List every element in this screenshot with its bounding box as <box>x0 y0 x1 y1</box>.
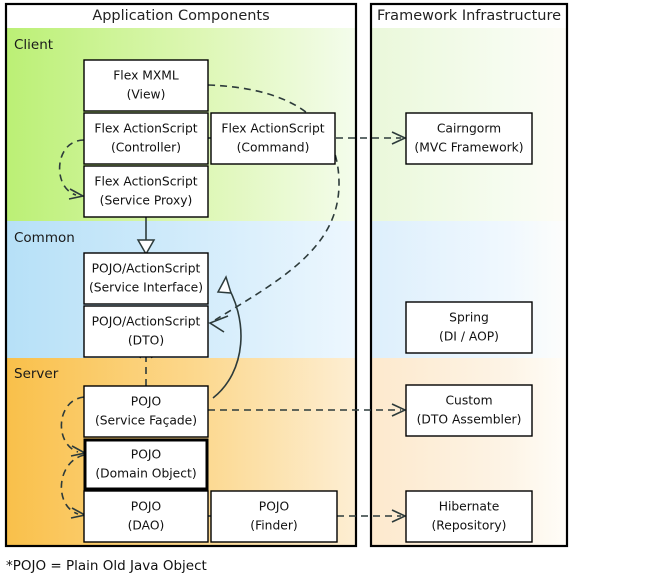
box-cairngorm-line1: Cairngorm <box>437 122 501 136</box>
box-pojo-service-interface[interactable]: POJO/ActionScript (Service Interface) <box>83 252 209 305</box>
panel-title-application-components: Application Components <box>92 8 269 24</box>
box-flex-mxml-line1: Flex MXML <box>113 69 179 83</box>
box-flex-command-line2: (Command) <box>237 141 310 155</box>
box-pojo-domain-object-line1: POJO <box>131 448 161 462</box>
box-hibernate-line1: Hibernate <box>439 500 500 514</box>
box-spring-line1: Spring <box>449 311 489 325</box>
box-custom-dto-assembler-line2: (DTO Assembler) <box>417 413 522 427</box>
band-label-client: Client <box>14 37 53 53</box>
boxes-layer: Application Components Framework Infrast… <box>6 8 561 574</box>
box-hibernate-line2: (Repository) <box>432 519 507 533</box>
box-pojo-domain-object[interactable]: POJO (Domain Object) <box>83 438 209 491</box>
box-pojo-dto-line1: POJO/ActionScript <box>92 315 201 329</box>
box-flex-service-proxy-line2: (Service Proxy) <box>100 194 193 208</box>
box-pojo-finder-line1: POJO <box>259 500 289 514</box>
box-pojo-dao-line2: (DAO) <box>128 519 165 533</box>
box-flex-mxml-line2: (View) <box>127 88 166 102</box>
box-pojo-finder[interactable]: POJO (Finder) <box>210 490 338 543</box>
box-pojo-domain-object-line2: (Domain Object) <box>95 467 196 481</box>
box-pojo-service-interface-line1: POJO/ActionScript <box>92 262 201 276</box>
box-cairngorm[interactable]: Cairngorm (MVC Framework) <box>405 112 533 165</box>
architecture-diagram: Application Components Framework Infrast… <box>0 0 658 582</box>
box-pojo-dto-line2: (DTO) <box>128 334 164 348</box>
box-pojo-dao[interactable]: POJO (DAO) <box>83 490 209 543</box>
box-flex-controller-line2: (Controller) <box>111 141 181 155</box>
box-pojo-finder-line2: (Finder) <box>250 519 297 533</box>
box-custom-dto-assembler[interactable]: Custom (DTO Assembler) <box>405 384 533 437</box>
box-flex-command-line1: Flex ActionScript <box>221 122 324 136</box>
box-custom-dto-assembler-line1: Custom <box>445 394 492 408</box>
box-flex-service-proxy-line1: Flex ActionScript <box>94 175 197 189</box>
box-spring-line2: (DI / AOP) <box>439 330 499 344</box>
box-spring[interactable]: Spring (DI / AOP) <box>405 301 533 354</box>
box-pojo-dto[interactable]: POJO/ActionScript (DTO) <box>83 305 209 358</box>
box-cairngorm-line2: (MVC Framework) <box>414 141 523 155</box>
panel-title-framework-infrastructure: Framework Infrastructure <box>377 8 561 24</box>
box-pojo-service-interface-line2: (Service Interface) <box>89 281 203 295</box>
band-label-common: Common <box>14 230 75 246</box>
box-pojo-service-facade-line1: POJO <box>131 395 161 409</box>
box-flex-mxml[interactable]: Flex MXML (View) <box>83 59 209 112</box>
box-pojo-service-facade-line2: (Service Façade) <box>95 414 197 428</box>
box-flex-actionscript-command[interactable]: Flex ActionScript (Command) <box>210 112 336 165</box>
box-hibernate[interactable]: Hibernate (Repository) <box>405 490 533 543</box>
box-pojo-service-facade[interactable]: POJO (Service Façade) <box>83 385 209 438</box>
band-label-server: Server <box>14 366 59 382</box>
box-pojo-dao-line1: POJO <box>131 500 161 514</box>
box-flex-controller-line1: Flex ActionScript <box>94 122 197 136</box>
footnote-pojo-definition: *POJO = Plain Old Java Object <box>6 558 207 574</box>
box-flex-actionscript-controller[interactable]: Flex ActionScript (Controller) <box>83 112 209 165</box>
box-flex-actionscript-service-proxy[interactable]: Flex ActionScript (Service Proxy) <box>83 165 209 218</box>
